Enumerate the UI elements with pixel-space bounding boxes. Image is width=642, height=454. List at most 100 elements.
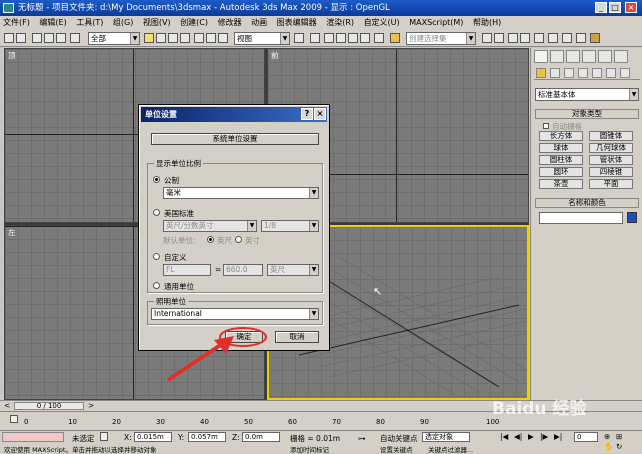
utilities-tab-icon[interactable] [614,50,628,63]
us-standard-radio[interactable] [153,209,160,216]
window-crossing-icon[interactable] [180,33,190,43]
inches-radio[interactable] [235,236,242,243]
motion-tab-icon[interactable] [582,50,596,63]
metric-radio[interactable] [153,176,160,183]
select-object-icon[interactable] [144,33,154,43]
lighting-units-dropdown[interactable]: International ▼ [151,308,319,320]
cone-button[interactable]: 圆锥体 [589,131,633,141]
plane-button[interactable]: 平面 [589,179,633,189]
box-button[interactable]: 长方体 [539,131,583,141]
percent-snap-icon[interactable] [348,33,358,43]
pan-icon[interactable]: ✋ [604,442,613,451]
us-standard-dropdown[interactable]: 英尺/分数英寸 ▼ [163,220,257,232]
menu-modifiers[interactable]: 修改器 [218,18,242,27]
lock-selection-icon[interactable] [100,432,108,441]
x-coordinate-field[interactable]: 0.015m [134,432,172,442]
next-frame-icon[interactable]: |▶ [540,432,548,441]
spinner-snap-icon[interactable] [360,33,370,43]
material-editor-icon[interactable] [548,33,558,43]
viewport-label-left[interactable]: 左 [8,227,16,238]
feet-radio[interactable] [207,236,214,243]
render-setup-icon[interactable] [562,33,572,43]
key-icon[interactable]: ⊶ [358,434,366,443]
dialog-close-button[interactable]: × [314,108,326,120]
object-name-field[interactable] [539,212,623,224]
curve-editor-icon[interactable] [520,33,530,43]
selected-object-dropdown[interactable]: 选定对象 [422,432,470,442]
unlink-icon[interactable] [44,33,54,43]
close-button[interactable]: × [625,2,637,13]
minimize-button[interactable]: _ [595,2,607,13]
geometry-icon[interactable] [536,68,546,78]
torus-button[interactable]: 圆环 [539,167,583,177]
current-frame-field[interactable]: 0 [574,432,598,442]
orbit-icon[interactable]: ↻ [616,442,622,451]
selection-filter-dropdown[interactable]: 全部 ▼ [88,32,140,45]
maxscript-listener[interactable] [2,432,64,442]
pyramid-button[interactable]: 四棱锥 [589,167,633,177]
menu-file[interactable]: 文件(F) [3,18,30,27]
layer-manager-icon[interactable] [508,33,518,43]
zoom-icon[interactable]: ⊕ [604,432,610,441]
go-to-end-icon[interactable]: ▶| [554,432,562,441]
create-tab-icon[interactable] [534,50,548,63]
display-tab-icon[interactable] [598,50,612,63]
menu-animation[interactable]: 动画 [251,18,267,27]
menu-group[interactable]: 组(G) [113,18,133,27]
cylinder-button[interactable]: 圆柱体 [539,155,583,165]
manipulate-icon[interactable] [310,33,320,43]
play-icon[interactable]: ▶ [528,432,534,441]
custom-radio[interactable] [153,253,160,260]
previous-frame-icon[interactable]: ◀| [514,432,522,441]
quick-render-icon[interactable] [590,33,600,43]
modify-tab-icon[interactable] [550,50,564,63]
select-by-name-icon[interactable] [156,33,166,43]
object-category-dropdown[interactable]: 标准基本体 ▼ [535,88,639,101]
align-icon[interactable] [494,33,504,43]
generic-units-radio[interactable] [153,282,160,289]
teapot-button[interactable]: 茶壶 [539,179,583,189]
menu-edit[interactable]: 编辑(E) [39,18,66,27]
metric-unit-dropdown[interactable]: 毫米 ▼ [163,187,319,199]
frame-display[interactable]: 0 / 100 [14,402,84,410]
select-icon[interactable] [70,33,80,43]
custom-unit-dropdown[interactable]: 英尺 ▼ [267,264,319,276]
name-and-color-rollout[interactable]: 名称和颜色 [535,198,639,208]
rotate-icon[interactable] [206,33,216,43]
menu-help[interactable]: 帮助(H) [473,18,501,27]
redo-icon[interactable] [16,33,26,43]
time-slider-next-icon[interactable]: > [88,401,94,410]
menu-customize[interactable]: 自定义(U) [364,18,400,27]
angle-snap-icon[interactable] [336,33,346,43]
mini-curve-editor-icon[interactable] [10,415,18,423]
undo-icon[interactable] [4,33,14,43]
go-to-start-icon[interactable]: |◀ [500,432,508,441]
time-slider-prev-icon[interactable]: < [4,401,10,410]
scale-icon[interactable] [218,33,228,43]
custom-name-field[interactable]: FL [163,264,211,276]
pivot-icon[interactable] [294,33,304,43]
helpers-icon[interactable] [592,68,602,78]
cameras-icon[interactable] [578,68,588,78]
snap-icon[interactable] [324,33,334,43]
sphere-button[interactable]: 球体 [539,143,583,153]
region-select-icon[interactable] [168,33,178,43]
object-type-rollout[interactable]: 对象类型 [535,109,639,119]
mirror-icon[interactable] [482,33,492,43]
geosphere-button[interactable]: 几何球体 [589,143,633,153]
lights-icon[interactable] [564,68,574,78]
bind-space-warp-icon[interactable] [56,33,66,43]
viewport-label-top[interactable]: 顶 [8,50,16,61]
named-selection-icon[interactable] [390,33,400,43]
link-icon[interactable] [32,33,42,43]
z-coordinate-field[interactable]: 0.0m [242,432,280,442]
auto-key-button[interactable]: 自动关键点 [380,433,418,444]
menu-graph-editors[interactable]: 图表编辑器 [277,18,317,27]
custom-value-field[interactable]: 660.0 [223,264,263,276]
hierarchy-tab-icon[interactable] [566,50,580,63]
reference-coordinate-dropdown[interactable]: 视图 ▼ [234,32,290,45]
us-fraction-dropdown[interactable]: 1/8 ▼ [261,220,319,232]
menu-rendering[interactable]: 渲染(R) [326,18,354,27]
rendered-frame-icon[interactable] [576,33,586,43]
shapes-icon[interactable] [550,68,560,78]
